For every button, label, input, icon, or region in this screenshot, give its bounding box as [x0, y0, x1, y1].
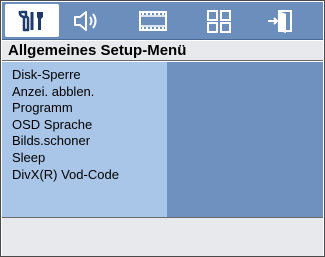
exit-door-icon [268, 9, 292, 33]
menu-list-panel: Disk-Sperre Anzei. abblen. Programm OSD … [2, 62, 167, 217]
menu-item-disk-lock[interactable]: Disk-Sperre [2, 67, 167, 84]
setup-tools-icon [18, 10, 43, 31]
tab-general-setup[interactable] [5, 4, 59, 37]
film-video-icon [139, 10, 167, 31]
tab-video-setup[interactable] [126, 4, 180, 37]
page-title: Allgemeines Setup-Menü [2, 41, 323, 61]
settings-menu-list: Disk-Sperre Anzei. abblen. Programm OSD … [2, 62, 167, 183]
menu-item-sleep[interactable]: Sleep [2, 150, 167, 167]
submenu-panel [167, 62, 323, 217]
menu-item-osd-language[interactable]: OSD Sprache [2, 117, 167, 134]
speaker-audio-icon [74, 10, 97, 31]
grid-preferences-icon [207, 9, 231, 33]
info-footer [2, 217, 323, 256]
tab-exit[interactable] [254, 4, 308, 37]
menu-item-divx-vod-code[interactable]: DivX(R) Vod-Code [2, 167, 167, 184]
tab-preferences[interactable] [192, 4, 246, 37]
setup-screen: Allgemeines Setup-Menü Disk-Sperre Anzei… [0, 0, 325, 257]
menu-item-screen-saver[interactable]: Bilds.schoner [2, 133, 167, 150]
menu-item-display-dim[interactable]: Anzei. abblen. [2, 84, 167, 101]
menu-tab-bar [2, 2, 323, 40]
menu-item-program[interactable]: Programm [2, 100, 167, 117]
tab-audio-setup[interactable] [60, 4, 114, 37]
